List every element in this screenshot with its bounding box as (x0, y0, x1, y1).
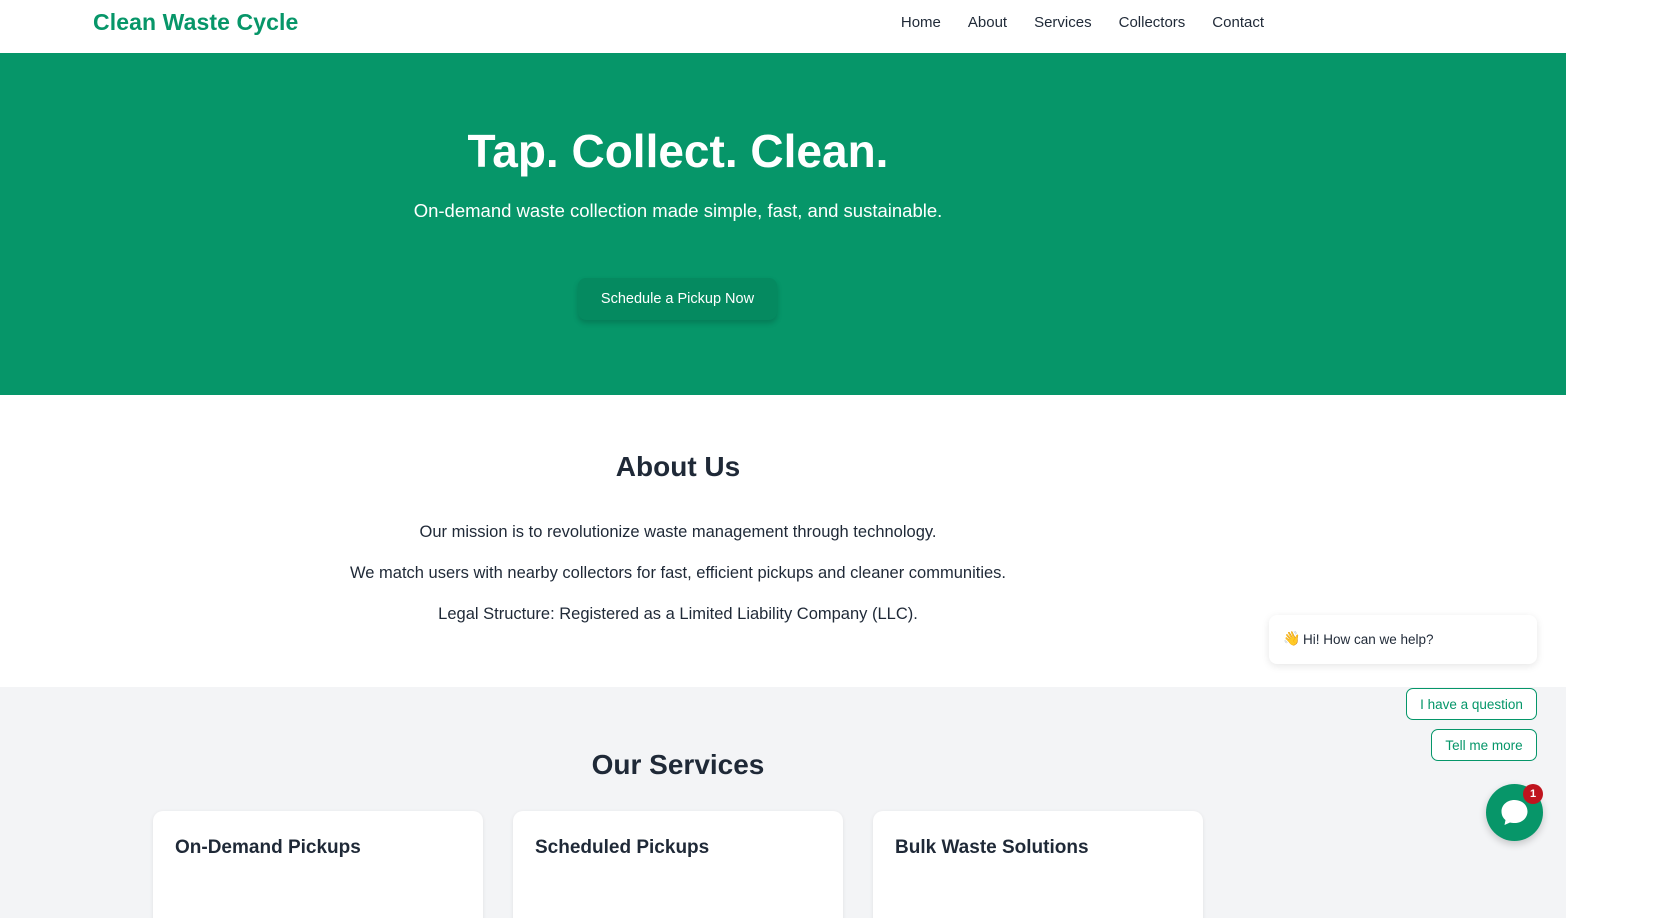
top-navbar: Clean Waste Cycle Home About Services Co… (0, 0, 1566, 53)
page: Clean Waste Cycle Home About Services Co… (0, 0, 1566, 918)
service-card-title: On-Demand Pickups (175, 837, 361, 858)
page-right-margin (1566, 0, 1671, 918)
service-card-title: Bulk Waste Solutions (895, 837, 1089, 858)
services-title: Our Services (591, 749, 765, 780)
nav-home-link[interactable]: Home (901, 14, 941, 31)
nav-about-link[interactable]: About (968, 14, 1007, 31)
waving-hand-icon: 👋 (1283, 630, 1301, 646)
nav-links: Home About Services Collectors Contact (901, 14, 1264, 31)
service-card-scheduled: Scheduled Pickups (513, 811, 843, 918)
service-card-on-demand: On-Demand Pickups (153, 811, 483, 918)
about-legal-text: Legal Structure: Registered as a Limited… (438, 605, 918, 623)
about-title: About Us (615, 451, 741, 482)
nav-contact-link[interactable]: Contact (1212, 14, 1264, 31)
hero-title: Tap. Collect. Clean. (467, 125, 889, 177)
chat-unread-badge: 1 (1523, 784, 1543, 804)
chat-greeting-text: Hi! How can we help? (1303, 632, 1434, 647)
chat-option-question-button[interactable]: I have a question (1406, 688, 1537, 720)
about-match-text: We match users with nearby collectors fo… (349, 564, 1006, 582)
schedule-pickup-button[interactable]: Schedule a Pickup Now (578, 278, 777, 320)
chat-option-tell-more-button[interactable]: Tell me more (1431, 729, 1537, 761)
nav-services-link[interactable]: Services (1034, 14, 1092, 31)
hero-section: Tap. Collect. Clean. On-demand waste col… (0, 53, 1566, 395)
chat-greeting-bubble: 👋 Hi! How can we help? (1269, 615, 1537, 664)
service-card-title: Scheduled Pickups (535, 837, 710, 858)
hero-subtitle: On-demand waste collection made simple, … (413, 200, 943, 221)
service-card-bulk: Bulk Waste Solutions (873, 811, 1203, 918)
nav-collectors-link[interactable]: Collectors (1119, 14, 1186, 31)
brand-logo[interactable]: Clean Waste Cycle (93, 9, 298, 36)
about-mission-text: Our mission is to revolutionize waste ma… (419, 523, 937, 541)
chat-bubble-icon (1501, 800, 1528, 825)
services-section: Our Services On-Demand Pickups Scheduled… (0, 687, 1566, 918)
